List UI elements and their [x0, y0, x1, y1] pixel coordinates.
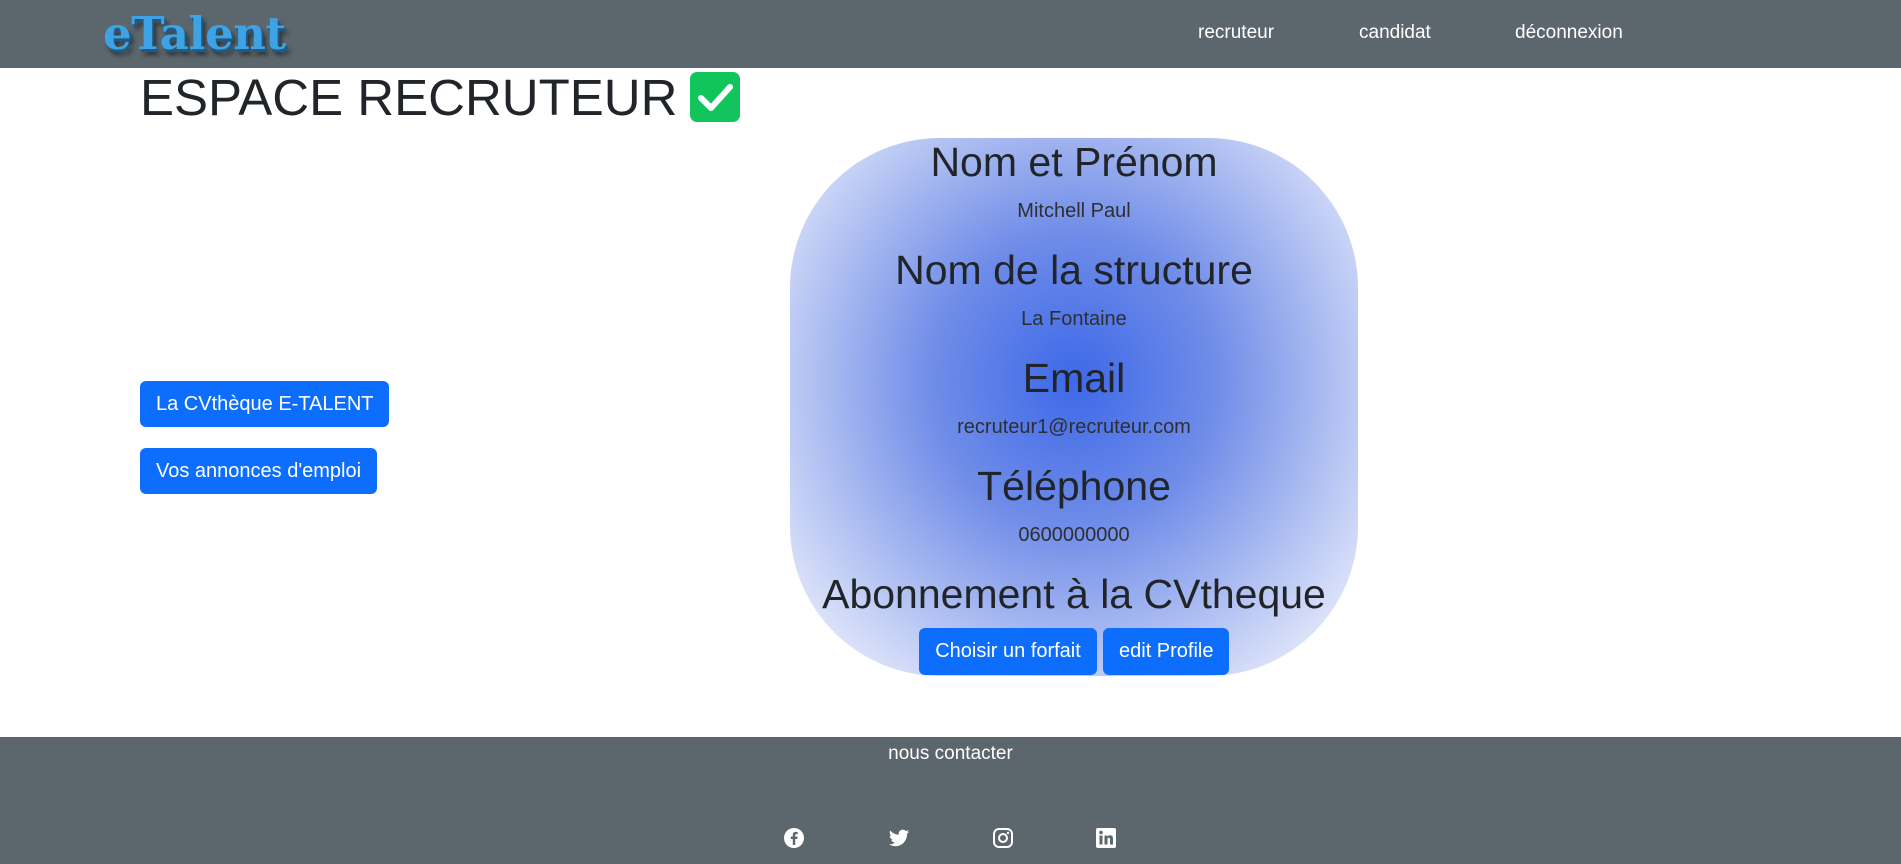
structure-value: La Fontaine	[1021, 308, 1127, 330]
nav-link-candidat[interactable]: candidat	[1359, 22, 1431, 44]
structure-heading: Nom de la structure	[895, 247, 1253, 293]
twitter-icon[interactable]	[888, 827, 910, 849]
nav-link-deconnexion[interactable]: déconnexion	[1515, 22, 1623, 44]
phone-heading: Téléphone	[977, 463, 1171, 509]
job-ads-button[interactable]: Vos annonces d'emploi	[140, 448, 377, 494]
name-value: Mitchell Paul	[1017, 200, 1131, 222]
linkedin-icon[interactable]	[1095, 827, 1117, 849]
choose-plan-button[interactable]: Choisir un forfait	[919, 628, 1097, 675]
edit-profile-button[interactable]: edit Profile	[1103, 628, 1229, 675]
name-heading: Nom et Prénom	[930, 139, 1218, 185]
profile-card: Nom et Prénom Mitchell Paul Nom de la st…	[790, 138, 1358, 676]
brand-logo[interactable]: eTalent	[103, 8, 286, 60]
top-navbar: eTalent recruteur candidat déconnexion	[0, 0, 1901, 68]
email-value: recruteur1@recruteur.com	[957, 416, 1191, 438]
page-title: ESPACE RECRUTEUR	[140, 69, 678, 126]
facebook-icon[interactable]	[783, 827, 805, 849]
subscription-heading: Abonnement à la CVtheque	[822, 571, 1326, 617]
phone-value: 0600000000	[1018, 524, 1130, 546]
nav-link-recruteur[interactable]: recruteur	[1198, 22, 1274, 44]
contact-link[interactable]: nous contacter	[0, 742, 1901, 766]
cvtheque-button[interactable]: La CVthèque E-TALENT	[140, 381, 389, 427]
instagram-icon[interactable]	[992, 827, 1014, 849]
email-heading: Email	[1022, 355, 1126, 401]
footer: nous contacter	[0, 737, 1901, 864]
check-box-icon	[690, 72, 740, 122]
